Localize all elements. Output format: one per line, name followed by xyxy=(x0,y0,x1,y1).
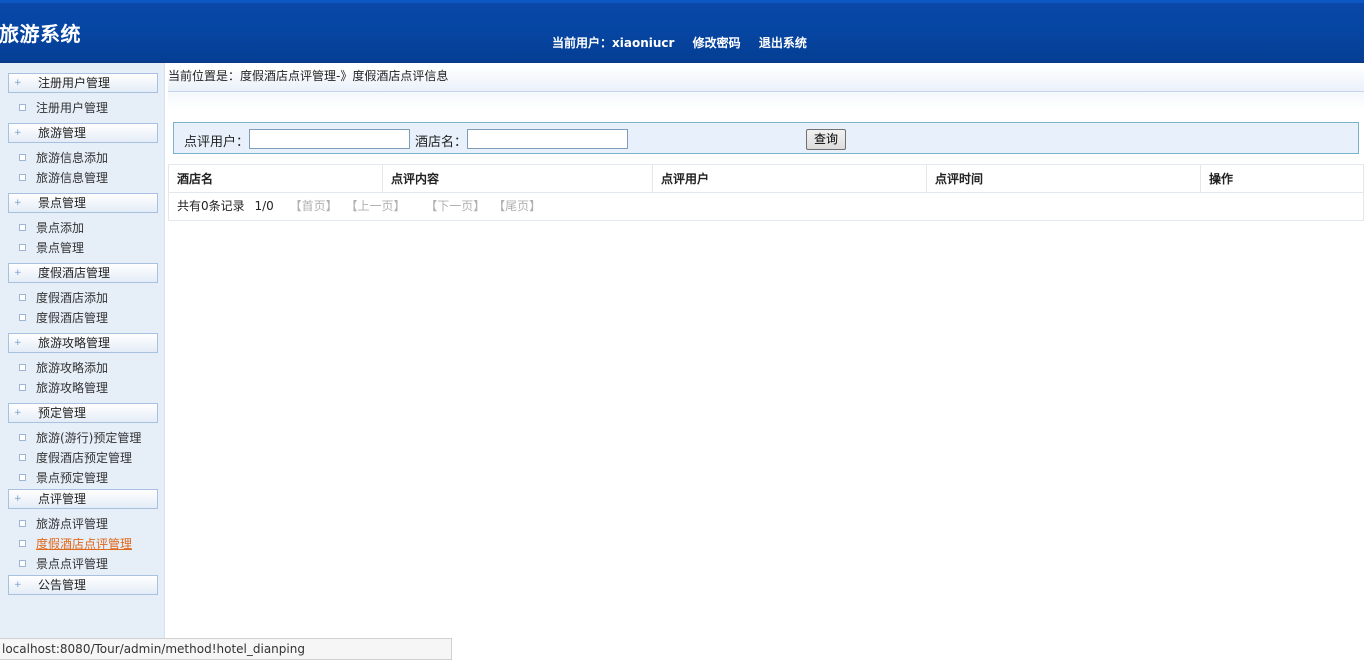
page-indicator: 1/0 xyxy=(254,199,274,213)
bullet-icon xyxy=(19,154,26,161)
sidebar-item-hotel-manage[interactable]: 度假酒店管理 xyxy=(19,310,108,326)
expand-icon: + xyxy=(14,338,22,348)
sidebar-item-travel-review[interactable]: 旅游点评管理 xyxy=(19,516,108,532)
table-header: 酒店名 点评内容 点评用户 点评时间 操作 xyxy=(169,165,1363,193)
bullet-icon xyxy=(19,560,26,567)
sidebar-item-scenic-add[interactable]: 景点添加 xyxy=(19,220,84,236)
bullet-icon xyxy=(19,384,26,391)
bullet-icon xyxy=(19,174,26,181)
current-user-label: 当前用户：xiaoniucr xyxy=(552,36,675,50)
menu-group-booking[interactable]: + 预定管理 xyxy=(8,403,158,423)
search-button[interactable]: 查询 xyxy=(806,129,846,150)
next-page-link[interactable]: 【下一页】 xyxy=(425,199,485,213)
menu-group-notice[interactable]: + 公告管理 xyxy=(8,575,158,595)
expand-icon: + xyxy=(14,408,22,418)
column-review-content: 点评内容 xyxy=(383,165,653,193)
breadcrumb-spacer xyxy=(168,92,1364,111)
sidebar-item-travel-manage[interactable]: 旅游信息管理 xyxy=(19,170,108,186)
prev-page-link[interactable]: 【上一页】 xyxy=(345,199,405,213)
expand-icon: + xyxy=(14,580,22,590)
expand-icon: + xyxy=(14,198,22,208)
bullet-icon xyxy=(19,474,26,481)
change-password-link[interactable]: 修改密码 xyxy=(693,36,741,50)
sidebar-item-hotel-review[interactable]: 度假酒店点评管理 xyxy=(19,536,132,552)
menu-group-registered-users[interactable]: + 注册用户管理 xyxy=(8,73,158,93)
search-form: 点评用户： 酒店名： 查询 xyxy=(173,122,1359,154)
column-hotel-name: 酒店名 xyxy=(169,165,383,193)
first-page-link[interactable]: 【首页】 xyxy=(290,199,338,213)
column-actions: 操作 xyxy=(1209,172,1234,186)
column-review-time: 点评时间 xyxy=(927,165,1201,193)
sidebar-item-scenic-booking[interactable]: 景点预定管理 xyxy=(19,470,108,486)
menu-group-strategy[interactable]: + 旅游攻略管理 xyxy=(8,333,158,353)
hotel-name-label: 酒店名： xyxy=(415,135,468,150)
logout-link[interactable]: 退出系统 xyxy=(759,36,807,50)
menu-group-travel[interactable]: + 旅游管理 xyxy=(8,123,158,143)
bullet-icon xyxy=(19,224,26,231)
bullet-icon xyxy=(19,454,26,461)
breadcrumb: 当前位置是：度假酒店点评管理-》度假酒店点评信息 xyxy=(168,66,1364,92)
user-bar: 当前用户：xiaoniucr 修改密码 退出系统 xyxy=(552,34,821,51)
review-table: 酒店名 点评内容 点评用户 点评时间 操作 共有0条记录 1/0 【首页】 【上… xyxy=(168,164,1364,221)
last-page-link[interactable]: 【尾页】 xyxy=(493,199,541,213)
pagination: 共有0条记录 1/0 【首页】 【上一页】 【下一页】 【尾页】 xyxy=(169,193,1363,220)
column-reviewer: 点评用户 xyxy=(653,165,927,193)
expand-icon: + xyxy=(14,494,22,504)
sidebar-item-scenic-manage[interactable]: 景点管理 xyxy=(19,240,84,256)
bullet-icon xyxy=(19,434,26,441)
bullet-icon xyxy=(19,314,26,321)
system-title: 旅游系统 xyxy=(0,22,81,46)
sidebar-item-strategy-manage[interactable]: 旅游攻略管理 xyxy=(19,380,108,396)
bullet-icon xyxy=(19,244,26,251)
total-records: 共有0条记录 xyxy=(177,199,245,213)
sidebar-item-strategy-add[interactable]: 旅游攻略添加 xyxy=(19,360,108,376)
bullet-icon xyxy=(19,520,26,527)
sidebar-item-registered-users[interactable]: 注册用户管理 xyxy=(19,100,108,116)
bullet-icon xyxy=(19,540,26,547)
sidebar-item-travel-booking[interactable]: 旅游(游行)预定管理 xyxy=(19,430,141,446)
expand-icon: + xyxy=(14,268,22,278)
menu-group-review[interactable]: + 点评管理 xyxy=(8,489,158,509)
browser-status-bar: localhost:8080/Tour/admin/method!hotel_d… xyxy=(0,638,452,660)
top-header: 旅游系统 当前用户：xiaoniucr 修改密码 退出系统 xyxy=(0,0,1364,63)
hotel-name-input[interactable] xyxy=(467,129,628,149)
sidebar-item-travel-add[interactable]: 旅游信息添加 xyxy=(19,150,108,166)
bullet-icon xyxy=(19,104,26,111)
sidebar-menu: + 注册用户管理 注册用户管理 + 旅游管理 旅游信息添加 旅游信息管理 + 景… xyxy=(0,63,165,660)
reviewer-label: 点评用户： xyxy=(184,135,250,150)
menu-group-scenic[interactable]: + 景点管理 xyxy=(8,193,158,213)
bullet-icon xyxy=(19,364,26,371)
sidebar-item-hotel-booking[interactable]: 度假酒店预定管理 xyxy=(19,450,132,466)
expand-icon: + xyxy=(14,128,22,138)
sidebar-item-scenic-review[interactable]: 景点点评管理 xyxy=(19,556,108,572)
menu-group-hotel[interactable]: + 度假酒店管理 xyxy=(8,263,158,283)
reviewer-input[interactable] xyxy=(249,129,410,149)
bullet-icon xyxy=(19,294,26,301)
expand-icon: + xyxy=(14,78,22,88)
sidebar-item-hotel-add[interactable]: 度假酒店添加 xyxy=(19,290,108,306)
